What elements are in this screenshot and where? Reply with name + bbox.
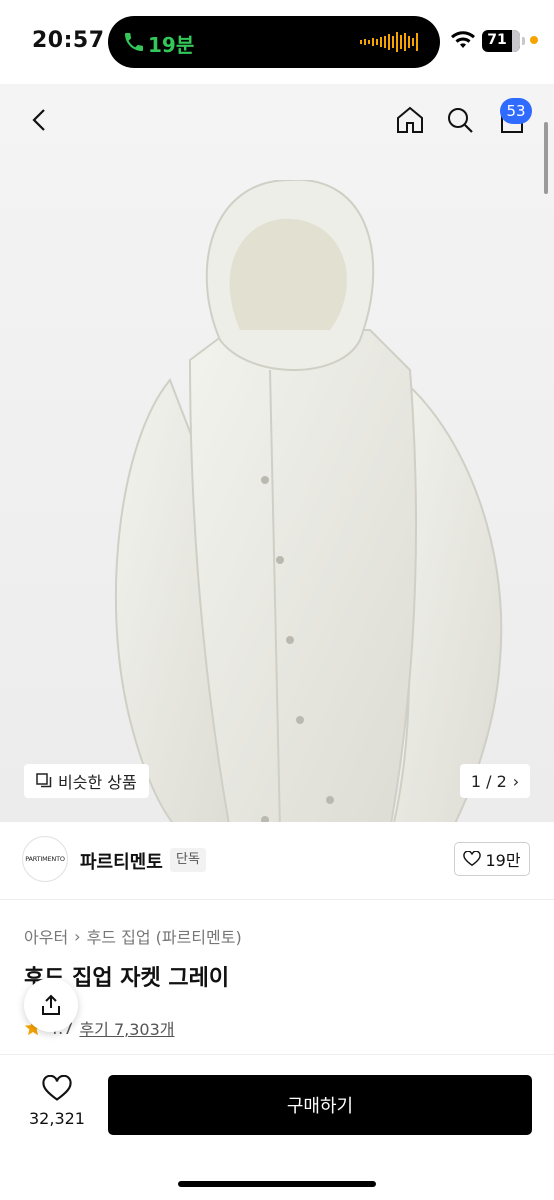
page-indicator-text: 1 / 2 (470, 771, 507, 791)
audio-waveform-icon (360, 32, 418, 52)
category-sub-link[interactable]: 후드 집업 (파르티멘토) (87, 924, 242, 948)
status-time: 20:57 (32, 28, 105, 53)
wifi-icon (451, 31, 475, 48)
product-image[interactable]: 비슷한 상품 1 / 2 › (0, 84, 554, 822)
status-bar: 20:57 19분 71 (0, 0, 554, 84)
brand-name[interactable]: 파르티멘토 (80, 848, 163, 874)
phone-call-icon (125, 33, 143, 51)
brand-like-count: 19만 (485, 851, 521, 870)
jacket-illustration (114, 180, 503, 822)
brand-logo[interactable]: PARTIMENTO (22, 836, 68, 882)
buy-button[interactable]: 구매하기 (108, 1075, 532, 1135)
search-button[interactable] (440, 100, 480, 140)
battery-nub (522, 37, 525, 45)
home-button[interactable] (390, 100, 430, 140)
heart-icon (463, 851, 482, 867)
similar-products-label: 비슷한 상품 (58, 773, 137, 792)
call-duration: 19분 (148, 33, 195, 57)
heart-icon (42, 1075, 72, 1101)
share-button[interactable] (24, 978, 78, 1032)
top-navigation (0, 84, 554, 156)
back-button[interactable] (20, 100, 60, 140)
image-page-indicator[interactable]: 1 / 2 › (460, 764, 530, 798)
home-indicator (178, 1181, 376, 1187)
brand-row: PARTIMENTO 파르티멘토 단독 19만 (0, 822, 554, 900)
battery-icon: 71 (482, 30, 520, 52)
chevron-left-icon (32, 109, 45, 131)
privacy-indicator-dot (530, 36, 538, 44)
search-icon (448, 108, 473, 133)
copy-icon (36, 773, 52, 788)
dynamic-island[interactable]: 19분 (108, 16, 440, 68)
category-main-link[interactable]: 아우터 (24, 924, 68, 948)
scroll-indicator (544, 122, 548, 194)
battery-level: 71 (487, 32, 507, 48)
breadcrumb: 아우터 › 후드 집업 (파르티멘토) (24, 924, 242, 948)
cart-count-badge: 53 (500, 98, 532, 124)
brand-logo-text: PARTIMENTO (25, 855, 65, 863)
chevron-right-icon: › (512, 771, 520, 791)
chevron-right-icon: › (74, 926, 81, 946)
wishlist-button[interactable]: 32,321 (22, 1075, 92, 1145)
share-icon (42, 994, 60, 1015)
bottom-action-bar: 32,321 구매하기 (0, 1054, 554, 1200)
wishlist-count: 32,321 (29, 1109, 85, 1128)
similar-products-button[interactable]: 비슷한 상품 (24, 764, 149, 798)
home-icon (397, 106, 423, 133)
brand-like-button[interactable]: 19만 (454, 842, 530, 876)
reviews-link[interactable]: 후기 7,303개 (79, 1016, 174, 1040)
exclusive-badge: 단독 (170, 848, 206, 872)
